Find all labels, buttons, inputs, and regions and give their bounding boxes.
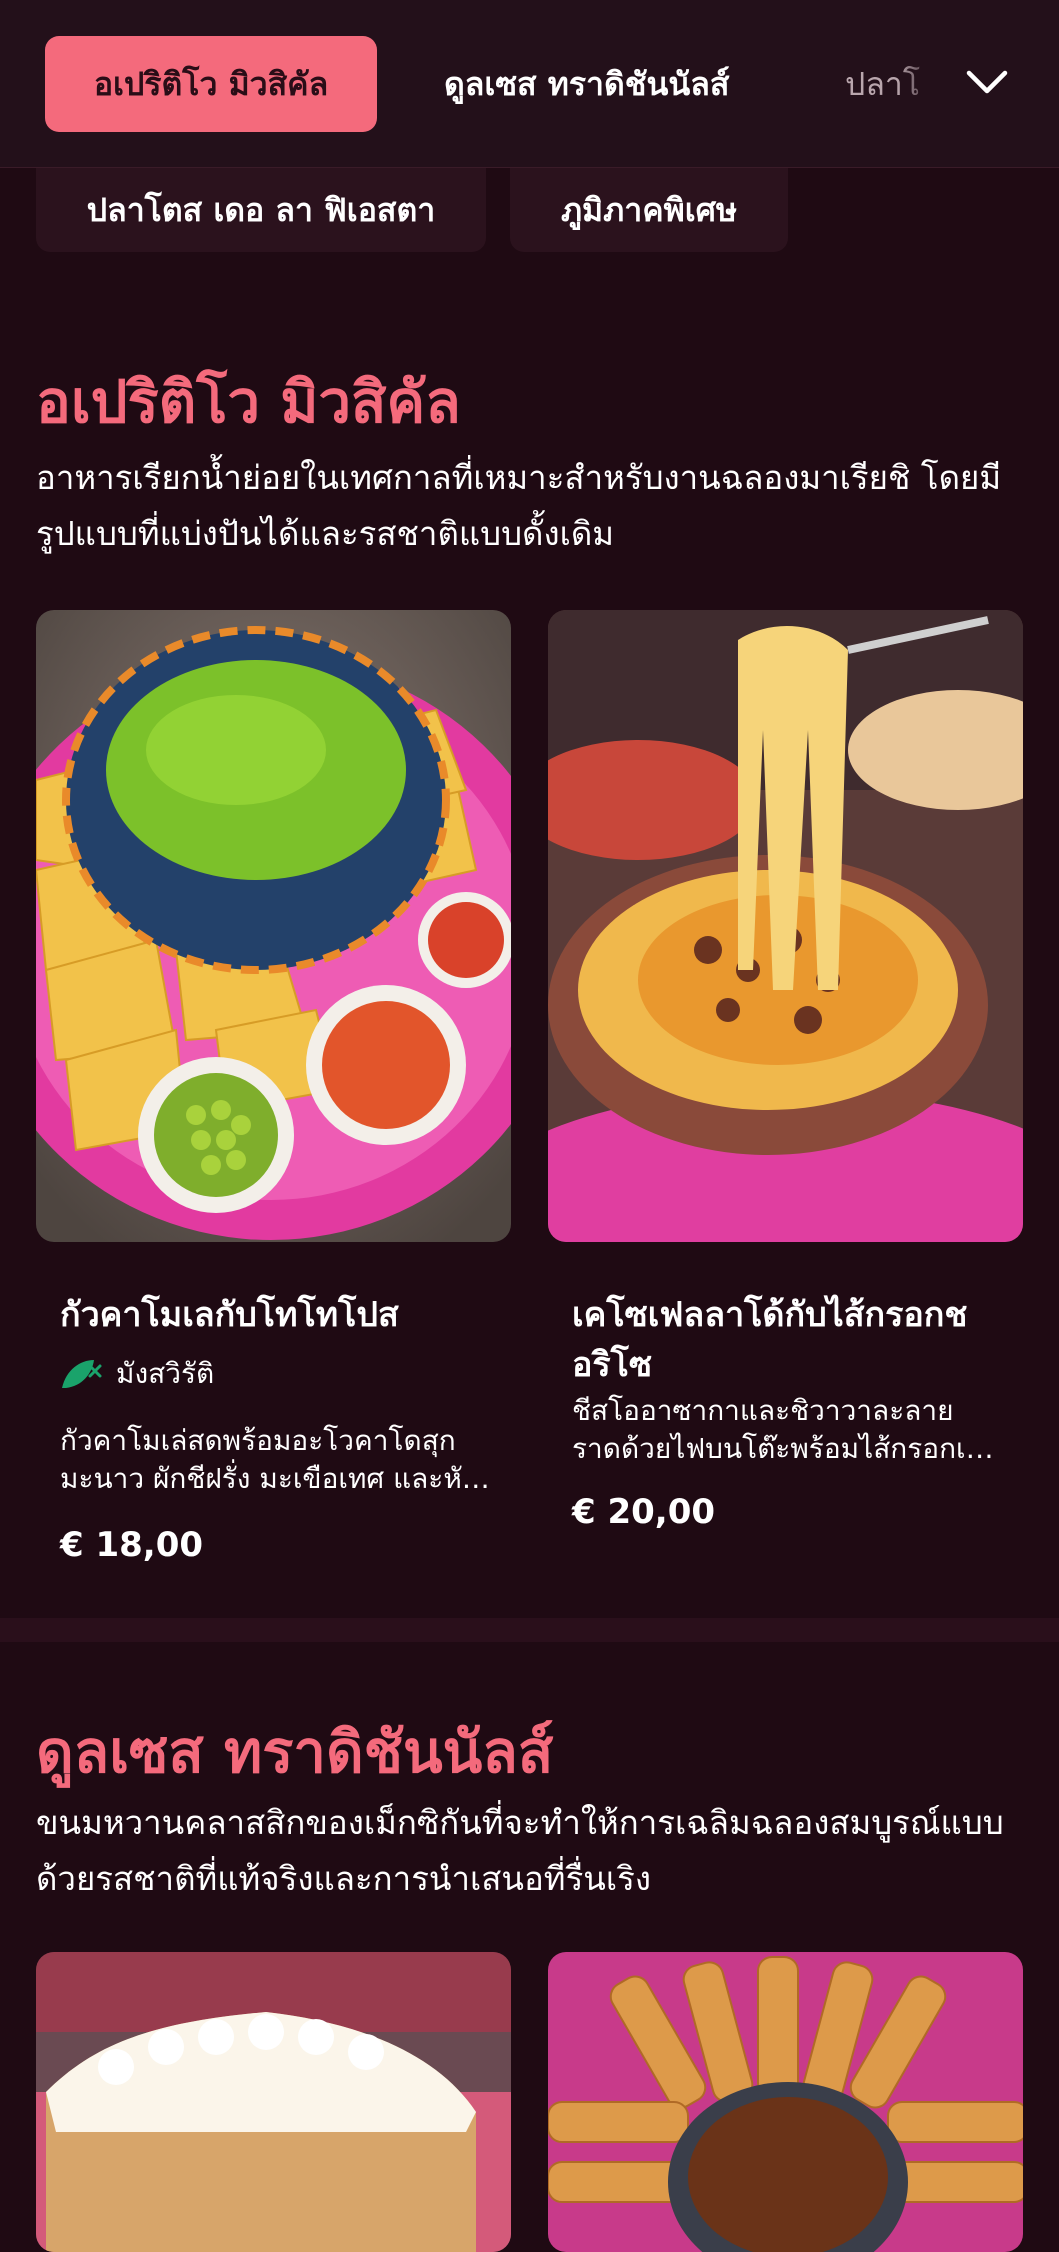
tres-leches-image[interactable] <box>36 1952 511 2252</box>
tab-aperitivo-musical[interactable]: อเปริติโว มิวสิคัล <box>45 36 377 132</box>
item-price: € 20,00 <box>572 1492 716 1532</box>
tab-label: ปลาโ <box>845 64 921 103</box>
chip-label: ปลาโตส เดอ ลา ฟิเอสตา <box>86 190 436 229</box>
item-description: ชีสโออาซากาและชิวาวาละลายราดด้วยไฟบนโต๊ะ… <box>572 1394 1002 1465</box>
section-description: ขนมหวานคลาสสิกของเม็กซิกันที่จะทำให้การเ… <box>36 1803 1004 1898</box>
badge-label: มังสวิรัติ <box>116 1357 215 1390</box>
section-title: อเปริติโว มิวสิคัล <box>36 368 461 436</box>
section-divider <box>0 1618 1059 1642</box>
tab-platos-de-la-fiesta[interactable]: ปลาโตส เดอ ลา ฟิเอสตา <box>36 168 486 252</box>
item-description: กัวคาโมเล่สดพร้อมอะโวคาโดสุก มะนาว ผักชี… <box>60 1424 478 1495</box>
section-title: ดูลเซส ทราดิชันนัลส์ <box>36 1718 554 1786</box>
vegetarian-badge: มังสวิรัติ <box>60 1352 214 1396</box>
section-description: อาหารเรียกน้ำย่อยในเทศกาลที่เหมาะสำหรับง… <box>36 458 1002 553</box>
tab-especiales-regionales[interactable]: ภูมิภาคพิเศษ <box>510 168 788 252</box>
queso-fundido-image[interactable] <box>548 610 1023 1242</box>
tab-platos-overflow[interactable]: ปลาโ <box>845 36 940 132</box>
churros-image[interactable] <box>548 1952 1023 2252</box>
item-price: € 18,00 <box>60 1525 204 1565</box>
guacamole-image[interactable] <box>36 610 511 1242</box>
chevron-down-icon[interactable] <box>962 62 1012 102</box>
chip-label: ภูมิภาคพิเศษ <box>560 190 738 229</box>
leaf-icon <box>62 1360 102 1388</box>
item-title: กัวคาโมเลกับโทโทโปส <box>60 1295 399 1335</box>
tab-label: ดูลเซส ทราดิชันนัลส์ <box>444 64 730 103</box>
tab-dulces-tradicionales[interactable]: ดูลเซส ทราดิชันนัลส์ <box>444 36 729 132</box>
item-title: เคโซเฟลลาโด้กับไส้กรอกชอริโซ <box>572 1295 968 1385</box>
tab-label: อเปริติโว มิวสิคัล <box>93 64 329 103</box>
category-nav: อเปริติโว มิวสิคัล ดูลเซส ทราดิชันนัลส์ … <box>0 0 1059 168</box>
